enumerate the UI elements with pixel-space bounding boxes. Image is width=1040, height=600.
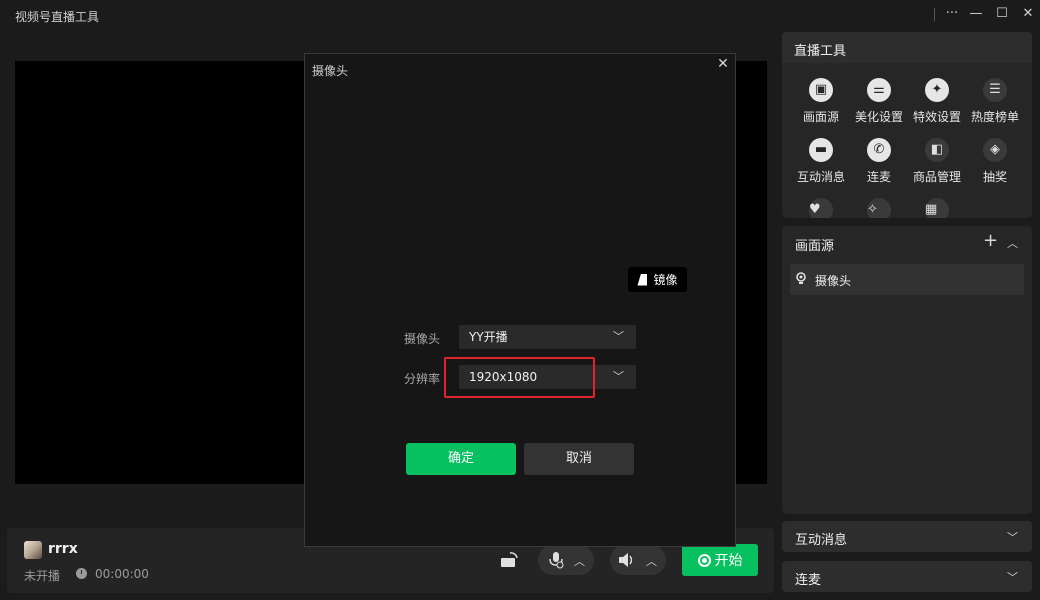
camera-dialog [304, 53, 736, 547]
dialog-close-button[interactable]: ✕ [714, 56, 732, 74]
camera-chevron-down-icon: ﹀ [613, 330, 624, 343]
live-tools-title: 直播工具 [794, 44, 847, 59]
camera-pin-icon [796, 272, 806, 284]
tool-ranking[interactable]: ☰ 热度榜单 [966, 78, 1024, 130]
tool-messages[interactable]: ▬ 互动消息 [792, 138, 850, 190]
source-item-label: 摄像头 [815, 274, 852, 288]
wand-icon: ✧ [867, 198, 891, 218]
tool-row3-item2[interactable]: ✧ [866, 198, 892, 218]
interactive-messages-chevron-down-icon[interactable]: ﹀ [1007, 529, 1018, 545]
add-source-button[interactable]: + [983, 230, 998, 251]
mirror-icon [637, 273, 648, 286]
list-icon: ☰ [983, 78, 1007, 102]
bag-icon: ◧ [925, 138, 949, 162]
calendar-icon: ▦ [925, 198, 949, 218]
microphone-chevron-up-icon[interactable]: ︿ [574, 553, 585, 569]
live-timer: 00:00:00 [95, 567, 149, 581]
resolution-highlight-box [444, 357, 595, 398]
tool-row3-item1[interactable]: ♥ [808, 198, 834, 218]
camera-select[interactable]: YY开播 ﹀ [459, 325, 636, 349]
clock-icon [76, 568, 87, 579]
camera-field-label: 摄像头 [404, 332, 441, 346]
close-window-button[interactable]: ✕ [1016, 4, 1040, 24]
username: rrrx [48, 541, 78, 557]
microphone-icon [549, 552, 564, 569]
tool-source[interactable]: ▣ 画面源 [792, 78, 850, 130]
gift-box-icon: ◈ [983, 138, 1007, 162]
speaker-chevron-up-icon[interactable]: ︿ [646, 553, 657, 569]
title-bar [0, 0, 1040, 32]
start-live-button[interactable]: 开始 [682, 544, 758, 576]
microphone-control[interactable] [538, 545, 594, 575]
heart-icon: ♥ [809, 198, 833, 218]
tool-lottery[interactable]: ◈ 抽奖 [966, 138, 1024, 190]
sources-title: 画面源 [795, 239, 835, 254]
screen-rotate-icon[interactable] [500, 552, 520, 568]
confirm-button[interactable]: 确定 [406, 443, 516, 475]
mirror-label: 镜像 [653, 273, 678, 287]
speaker-icon [619, 553, 633, 567]
more-options-button[interactable]: ··· [940, 4, 964, 24]
phone-icon: ✆ [867, 138, 891, 162]
minimize-button[interactable]: — [964, 4, 988, 24]
avatar[interactable] [24, 541, 42, 559]
app-title: 视频号直播工具 [15, 10, 100, 24]
tool-effects[interactable]: ✦ 特效设置 [908, 78, 966, 130]
mic-link-chevron-down-icon[interactable]: ﹀ [1007, 569, 1018, 585]
sparkle-icon: ✦ [925, 78, 949, 102]
sliders-icon: ⚌ [867, 78, 891, 102]
mic-link-title: 连麦 [795, 573, 822, 588]
title-separator [934, 8, 935, 21]
resolution-field-label: 分辨率 [404, 372, 441, 386]
tool-mic-link[interactable]: ✆ 连麦 [850, 138, 908, 190]
tool-products[interactable]: ◧ 商品管理 [908, 138, 966, 190]
mirror-button[interactable]: 镜像 [628, 267, 687, 292]
maximize-button[interactable]: ☐ [990, 4, 1014, 24]
dialog-title: 摄像头 [312, 64, 349, 78]
monitor-icon: ▣ [809, 78, 833, 102]
cancel-button[interactable]: 取消 [524, 443, 634, 475]
tool-beauty[interactable]: ⚌ 美化设置 [850, 78, 908, 130]
record-icon [697, 553, 711, 567]
start-label: 开始 [714, 553, 743, 569]
interactive-messages-title: 互动消息 [795, 533, 848, 548]
camera-select-value: YY开播 [469, 330, 508, 344]
resolution-chevron-down-icon: ﹀ [613, 370, 624, 383]
chat-icon: ▬ [809, 138, 833, 162]
sources-collapse-chevron-up-icon[interactable]: ︿ [1007, 235, 1018, 251]
live-status: 未开播 [24, 569, 61, 583]
tool-row3-item3[interactable]: ▦ [924, 198, 950, 218]
